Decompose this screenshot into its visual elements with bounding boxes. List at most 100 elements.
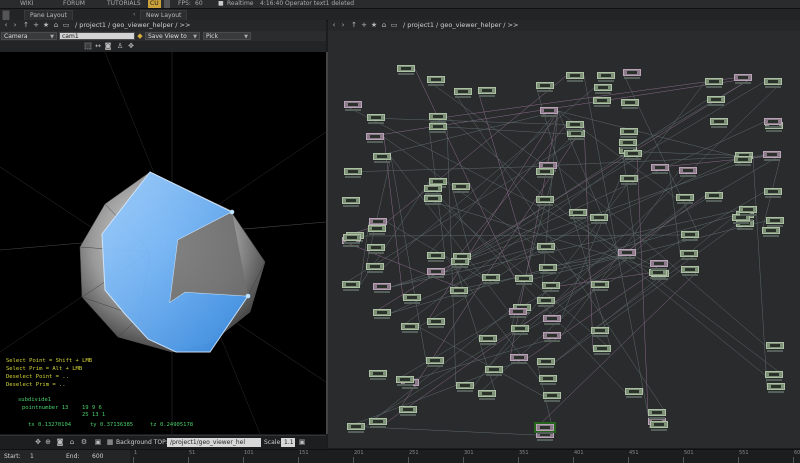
operator-node[interactable]: [623, 69, 641, 76]
folder-icon[interactable]: ▭: [390, 21, 398, 29]
operator-node[interactable]: [343, 234, 361, 241]
operator-node[interactable]: [369, 370, 387, 377]
operator-node[interactable]: [543, 315, 561, 322]
background-icon[interactable]: ▦: [106, 438, 114, 446]
operator-node[interactable]: [424, 195, 442, 202]
operator-node[interactable]: [762, 227, 780, 234]
operator-node[interactable]: [590, 214, 608, 221]
operator-node[interactable]: [478, 87, 496, 94]
operator-node[interactable]: [625, 388, 643, 395]
operator-node[interactable]: [429, 178, 447, 185]
operator-node[interactable]: [429, 123, 447, 130]
operator-node[interactable]: [705, 78, 723, 85]
operator-node[interactable]: [427, 252, 445, 259]
operator-node[interactable]: [536, 424, 554, 431]
operator-node[interactable]: [567, 130, 585, 137]
settings-icon[interactable]: ⚙: [80, 438, 88, 446]
menu-forum[interactable]: FORUM: [63, 0, 85, 8]
operator-node[interactable]: [342, 281, 360, 288]
network-editor[interactable]: [328, 31, 800, 448]
operator-node[interactable]: [618, 249, 636, 256]
3d-viewport[interactable]: Select Point = Shift + LMB Select Prim =…: [0, 52, 328, 434]
operator-node[interactable]: [766, 342, 784, 349]
add-icon[interactable]: +: [360, 21, 368, 29]
person-icon[interactable]: ♙: [116, 42, 124, 50]
operator-node[interactable]: [536, 168, 554, 175]
operator-node[interactable]: [620, 128, 638, 135]
operator-node[interactable]: [373, 309, 391, 316]
forward-icon[interactable]: ›: [339, 21, 347, 29]
operator-node[interactable]: [347, 423, 365, 430]
camera-dropdown[interactable]: Camera ▼: [1, 32, 57, 40]
operator-node[interactable]: [429, 113, 447, 120]
operator-node[interactable]: [765, 371, 783, 378]
camera-icon[interactable]: ◙: [56, 438, 64, 446]
operator-node[interactable]: [543, 332, 561, 339]
display-icon[interactable]: ▣: [94, 438, 102, 446]
operator-node[interactable]: [763, 151, 781, 158]
menu-tutorials[interactable]: TUTORIALS: [107, 0, 141, 8]
timeline-bar[interactable]: Start: 1 End: 600 1 51 101 151 201 251 301 351 4…: [0, 449, 800, 463]
perform-icon[interactable]: [164, 0, 170, 8]
operator-node[interactable]: [397, 65, 415, 72]
fit-icon[interactable]: ⌂: [68, 438, 76, 446]
operator-node[interactable]: [373, 283, 391, 290]
operator-node[interactable]: [764, 78, 782, 85]
operator-node[interactable]: [367, 244, 385, 251]
operator-node[interactable]: [739, 206, 757, 213]
operator-node[interactable]: [764, 188, 782, 195]
operator-node[interactable]: [705, 192, 723, 199]
operator-node[interactable]: [619, 139, 637, 146]
operator-node[interactable]: [511, 325, 529, 332]
operator-node[interactable]: [426, 357, 444, 364]
operator-node[interactable]: [509, 308, 527, 315]
operator-node[interactable]: [536, 196, 554, 203]
star-icon[interactable]: ★: [370, 21, 378, 29]
operator-node[interactable]: [539, 264, 557, 271]
operator-node[interactable]: [396, 376, 414, 383]
up-icon[interactable]: ↑: [350, 21, 358, 29]
star-icon[interactable]: ★: [42, 21, 50, 29]
operator-node[interactable]: [707, 96, 725, 103]
selected-point[interactable]: [245, 293, 251, 299]
operator-node[interactable]: [342, 197, 360, 204]
zoom-icon[interactable]: ⊕: [44, 438, 52, 446]
operator-node[interactable]: [427, 76, 445, 83]
operator-node[interactable]: [566, 72, 584, 79]
operator-node[interactable]: [681, 266, 699, 273]
operator-node[interactable]: [344, 168, 362, 175]
add-icon[interactable]: +: [32, 21, 40, 29]
operator-node[interactable]: [451, 258, 469, 265]
operator-node[interactable]: [366, 133, 384, 140]
operator-node[interactable]: [510, 354, 528, 361]
operator-node[interactable]: [368, 225, 386, 232]
network-path[interactable]: / project1 / geo_viewer_helper / >>: [403, 21, 518, 29]
operator-node[interactable]: [681, 231, 699, 238]
operator-node[interactable]: [597, 72, 615, 79]
operator-node[interactable]: [649, 269, 667, 276]
operator-node[interactable]: [734, 156, 752, 163]
operator-node[interactable]: [591, 281, 609, 288]
tab-prev-icon[interactable]: ‹: [133, 10, 138, 19]
operator-node[interactable]: [593, 97, 611, 104]
operator-node[interactable]: [452, 183, 470, 190]
operator-node[interactable]: [648, 409, 666, 416]
operator-node[interactable]: [621, 99, 639, 106]
operator-node[interactable]: [537, 297, 555, 304]
select-tool-icon[interactable]: ⬚: [84, 42, 92, 50]
operator-node[interactable]: [367, 114, 385, 121]
operator-node[interactable]: [369, 218, 387, 225]
viewer-path[interactable]: / project1 / geo_viewer_helper / >>: [75, 21, 190, 29]
operator-node[interactable]: [539, 375, 557, 382]
scale-field[interactable]: 1.1: [281, 438, 295, 447]
operator-node[interactable]: [536, 82, 554, 89]
operator-node[interactable]: [569, 209, 587, 216]
menu-cu[interactable]: CU: [148, 0, 161, 8]
operator-node[interactable]: [679, 167, 697, 174]
scale-reset-icon[interactable]: ▣: [298, 438, 306, 446]
operator-node[interactable]: [399, 406, 417, 413]
operator-node[interactable]: [401, 323, 419, 330]
move-icon[interactable]: ✥: [34, 438, 42, 446]
operator-node[interactable]: [591, 327, 609, 334]
operator-node[interactable]: [676, 194, 694, 201]
